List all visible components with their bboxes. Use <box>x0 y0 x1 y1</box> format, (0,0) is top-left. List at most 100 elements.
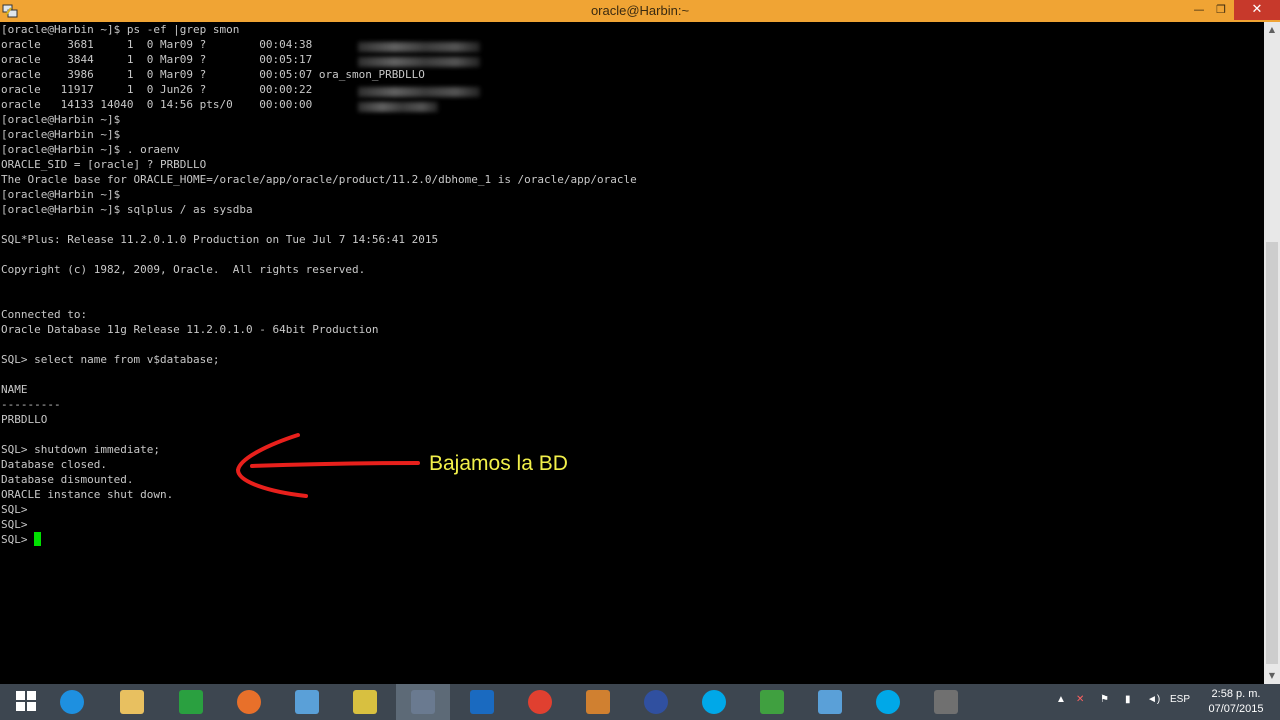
terminal-line-text: Oracle Database 11g Release 11.2.0.1.0 -… <box>1 323 379 336</box>
keepass-icon <box>644 690 668 714</box>
redacted-region <box>358 57 480 67</box>
scrollbar-thumb[interactable] <box>1266 242 1278 664</box>
volume-icon[interactable]: ◄) <box>1147 694 1160 705</box>
terminal-line-text: oracle 3986 1 0 Mar09 ? 00:05:07 ora_smo… <box>1 68 425 81</box>
terminal-line: --------- <box>1 397 637 412</box>
taskbar-chrome[interactable] <box>513 684 567 720</box>
taskbar-firefox[interactable] <box>222 684 276 720</box>
skype-icon <box>876 690 900 714</box>
terminal-line-text: --------- <box>1 398 61 411</box>
maximize-button[interactable]: ❐ <box>1208 0 1234 20</box>
terminal-line-text: Connected to: <box>1 308 88 321</box>
tray-overflow-icon[interactable]: ▲ <box>1056 694 1066 705</box>
internet-explorer-icon <box>60 690 84 714</box>
terminal-line-text: SQL> <box>1 518 28 531</box>
clock[interactable]: 2:58 p. m. 07/07/2015 <box>1196 687 1276 717</box>
taskbar: ▲ ✕ ⚑ ▮ ◄) ESP 2:58 p. m. 07/07/2015 <box>0 684 1280 720</box>
skype-icon <box>702 690 726 714</box>
terminal-scrollbar[interactable]: ▲ ▼ <box>1264 22 1280 684</box>
terminal-line: oracle 3844 1 0 Mar09 ? 00:05:17 <box>1 52 637 67</box>
window-titlebar[interactable]: oracle@Harbin:~ — ❐ ✕ <box>0 0 1280 22</box>
taskbar-sublime[interactable] <box>571 684 625 720</box>
terminal-line: Connected to: <box>1 307 637 322</box>
battery-icon[interactable]: ▮ <box>1125 694 1131 705</box>
close-button[interactable]: ✕ <box>1234 0 1280 20</box>
terminal-line: oracle 11917 1 0 Jun26 ? 00:00:22 <box>1 82 637 97</box>
taskbar-remote-desktop-2[interactable] <box>803 684 857 720</box>
terminal-line-text: oracle 14133 14040 0 14:56 pts/0 00:00:0… <box>1 98 313 111</box>
terminal-line-text: [oracle@Harbin ~]$ <box>1 188 121 201</box>
terminal-line-text: The Oracle base for ORACLE_HOME=/oracle/… <box>1 173 637 186</box>
terminal-line: NAME <box>1 382 637 397</box>
scroll-up-arrow-icon[interactable]: ▲ <box>1264 22 1280 38</box>
clock-time: 2:58 p. m. <box>1211 688 1261 700</box>
padlock-icon <box>353 690 377 714</box>
terminal-line: [oracle@Harbin ~]$ <box>1 187 637 202</box>
taskbar-excel-chart[interactable] <box>745 684 799 720</box>
remote-desktop-icon <box>295 690 319 714</box>
terminal-line-text: Copyright (c) 1982, 2009, Oracle. All ri… <box>1 263 366 276</box>
terminal-line: [oracle@Harbin ~]$ sqlplus / as sysdba <box>1 202 637 217</box>
windows-logo-icon <box>15 690 39 714</box>
red-arrow-icon <box>235 433 420 498</box>
terminal-line: [oracle@Harbin ~]$ <box>1 127 637 142</box>
taskbar-remote-desktop-1[interactable] <box>280 684 334 720</box>
redacted-region <box>358 102 438 112</box>
taskbar-putty[interactable] <box>396 684 450 720</box>
taskbar-internet-explorer[interactable] <box>45 684 99 720</box>
scroll-down-arrow-icon[interactable]: ▼ <box>1264 668 1280 684</box>
terminal-line-text: oracle 3844 1 0 Mar09 ? 00:05:17 <box>1 53 313 66</box>
terminal-line: oracle 14133 14040 0 14:56 pts/0 00:00:0… <box>1 97 637 112</box>
flag-icon[interactable]: ⚑ <box>1100 694 1109 705</box>
terminal-output[interactable]: [oracle@Harbin ~]$ ps -ef |grep smon orac… <box>0 22 1264 684</box>
redacted-region <box>358 87 480 97</box>
outlook-icon <box>470 690 494 714</box>
terminal-line-text: oracle 11917 1 0 Jun26 ? 00:00:22 <box>1 83 313 96</box>
terminal-line-text: Database closed. <box>1 458 107 471</box>
taskbar-outlook[interactable] <box>455 684 509 720</box>
terminal-line-text: SQL> shutdown immediate; <box>1 443 160 456</box>
taskbar-file-explorer[interactable] <box>105 684 159 720</box>
taskbar-skype-2[interactable] <box>861 684 915 720</box>
taskbar-store[interactable] <box>164 684 218 720</box>
language-indicator[interactable]: ESP <box>1170 694 1190 705</box>
folder-icon <box>120 690 144 714</box>
terminal-line: ORACLE_SID = [oracle] ? PRBDLLO <box>1 157 637 172</box>
terminal-line: The Oracle base for ORACLE_HOME=/oracle/… <box>1 172 637 187</box>
annotation-label: Bajamos la BD <box>429 452 568 475</box>
putty-icon <box>411 690 435 714</box>
chrome-icon <box>528 690 552 714</box>
spreadsheet-chart-icon <box>760 690 784 714</box>
terminal-line-text: oracle 3681 1 0 Mar09 ? 00:04:38 <box>1 38 313 51</box>
terminal-line-text: [oracle@Harbin ~]$ <box>1 113 121 126</box>
clock-date: 07/07/2015 <box>1208 703 1264 715</box>
redacted-region <box>358 42 480 52</box>
terminal-line-text: PRBDLLO <box>1 413 48 426</box>
terminal-line: oracle 3986 1 0 Mar09 ? 00:05:07 ora_smo… <box>1 67 637 82</box>
taskbar-keepass[interactable] <box>629 684 683 720</box>
terminal-line: oracle 3681 1 0 Mar09 ? 00:04:38 <box>1 37 637 52</box>
terminal-line: Copyright (c) 1982, 2009, Oracle. All ri… <box>1 262 637 277</box>
terminal-line-text: Database dismounted. <box>1 473 134 486</box>
terminal-line-text: SQL> select name from v$database; <box>1 353 220 366</box>
taskbar-vpn-lock[interactable] <box>338 684 392 720</box>
terminal-line-text: SQL*Plus: Release 11.2.0.1.0 Production … <box>1 233 439 246</box>
terminal-line: [oracle@Harbin ~]$ ps -ef |grep smon <box>1 22 637 37</box>
annotation-overlay: Bajamos la BD <box>230 430 650 505</box>
terminal-line-text: [oracle@Harbin ~]$ sqlplus / as sysdba <box>1 203 253 216</box>
taskbar-skype-1[interactable] <box>687 684 741 720</box>
terminal-line-text: [oracle@Harbin ~]$ . oraenv <box>1 143 180 156</box>
terminal-line: SQL> select name from v$database; <box>1 352 637 367</box>
taskbar-recorder[interactable] <box>919 684 973 720</box>
terminal-line-text: SQL> <box>1 503 28 516</box>
terminal-line: SQL> <box>1 532 637 547</box>
terminal-line: [oracle@Harbin ~]$ . oraenv <box>1 142 637 157</box>
terminal-line-text: ORACLE instance shut down. <box>1 488 174 501</box>
network-icon[interactable]: ✕ <box>1076 694 1084 705</box>
terminal-line-text: [oracle@Harbin ~]$ <box>1 128 121 141</box>
sublime-icon <box>586 690 610 714</box>
